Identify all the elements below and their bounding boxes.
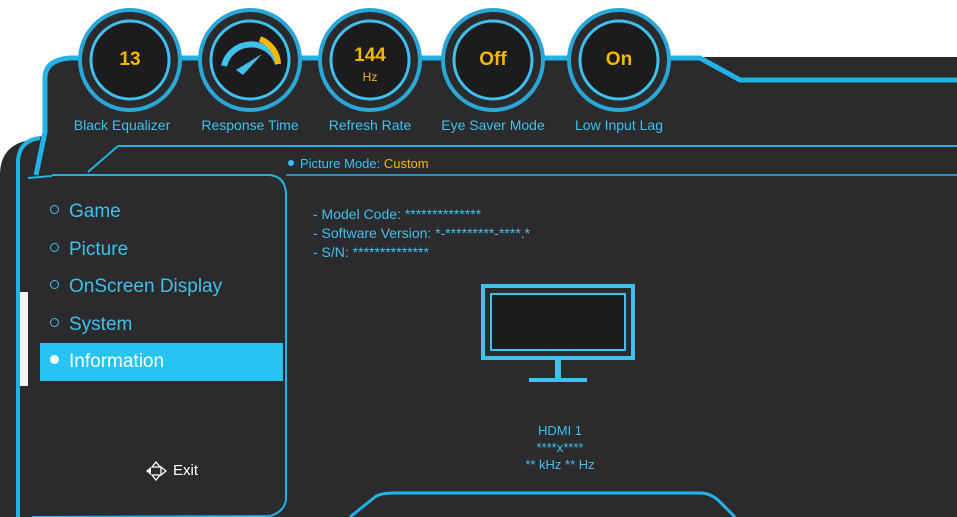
eye-saver-label: Eye Saver Mode <box>441 117 545 133</box>
black-equalizer-label: Black Equalizer <box>73 117 171 133</box>
menu-item-game[interactable]: Game <box>40 193 283 231</box>
black-equalizer-value: 13 <box>119 49 141 70</box>
menu-item-picture[interactable]: Picture <box>40 231 283 269</box>
information-details: - Model Code: ************** - Software … <box>313 205 530 262</box>
input-source: HDMI 1 <box>537 423 583 438</box>
eye-saver-value: Off <box>479 49 507 70</box>
low-input-lag-value: On <box>605 49 633 70</box>
monitor-icon <box>481 284 635 401</box>
speedometer-icon <box>198 8 302 112</box>
exit-button[interactable]: Exit <box>145 460 199 482</box>
picture-mode-value: Custom <box>383 156 429 171</box>
refresh-rate-label: Refresh Rate <box>328 117 412 133</box>
menu-item-label: Picture <box>69 238 129 260</box>
refresh-rate-value: 144 <box>354 45 386 66</box>
radio-bullet-icon <box>50 317 59 327</box>
menu-item-information[interactable]: Information <box>40 343 283 381</box>
black-equalizer-gauge[interactable]: 13 <box>76 6 184 114</box>
menu-item-label: Game <box>69 201 121 222</box>
osd-screen: 13 Black Equalizer Response Time 144 Hz … <box>0 0 957 517</box>
radio-bullet-icon <box>50 242 59 252</box>
radio-bullet-icon <box>50 205 59 215</box>
menu-item-label: Information <box>69 351 165 372</box>
model-code-line: - Model Code: ************** <box>313 206 482 222</box>
signal-resolution: ****x**** <box>536 440 584 455</box>
refresh-rate-gauge[interactable]: 144 Hz <box>316 6 424 114</box>
menu-item-system[interactable]: System <box>40 306 283 344</box>
radio-bullet-icon <box>50 355 59 365</box>
main-menu: Game Picture OnScreen Display System Inf… <box>40 193 283 381</box>
software-version-line: - Software Version: *-*********-****.* <box>313 225 531 241</box>
status-dot-icon <box>288 159 294 166</box>
picture-mode-status: Picture Mode: Custom <box>288 156 429 171</box>
eye-saver-gauge[interactable]: Off <box>439 6 547 114</box>
low-input-lag-gauge[interactable]: On <box>565 6 673 114</box>
refresh-rate-unit: Hz <box>362 70 378 84</box>
menu-item-onscreen-display[interactable]: OnScreen Display <box>40 268 283 306</box>
serial-number-line: - S/N: ************** <box>313 244 429 260</box>
menu-item-label: OnScreen Display <box>69 276 223 297</box>
response-time-gauge[interactable] <box>196 6 304 114</box>
menu-item-label: System <box>69 313 133 335</box>
radio-bullet-icon <box>50 280 59 290</box>
response-time-label: Response Time <box>201 117 299 133</box>
signal-frequency: ** kHz ** Hz <box>525 457 595 472</box>
navigation-arrows-icon <box>146 460 168 482</box>
exit-label: Exit <box>173 461 199 479</box>
picture-mode-label: Picture Mode: <box>300 156 381 171</box>
low-input-lag-label: Low Input Lag <box>575 117 663 133</box>
